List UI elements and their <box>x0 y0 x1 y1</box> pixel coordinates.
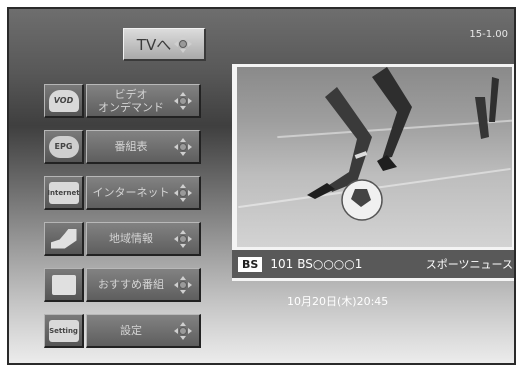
datetime: 10月20日(木)20:45 <box>287 295 389 308</box>
dpad-icon <box>174 229 192 248</box>
menu-item-vod[interactable]: VOD ビデオ オンデマンド <box>44 84 201 118</box>
menu-label-epg[interactable]: 番組表 <box>86 130 201 164</box>
tv-preview[interactable]: BS 101 BS○○○○1 スポーツニュース <box>232 64 514 281</box>
tv-button[interactable]: TVへ <box>123 28 206 61</box>
menu-item-recommend[interactable]: おすすめ番組 <box>44 268 201 302</box>
tv-recommend-icon[interactable] <box>44 268 84 302</box>
menu-item-setting[interactable]: Setting 設定 <box>44 314 201 348</box>
channel-info-bar: BS 101 BS○○○○1 スポーツニュース <box>232 250 514 278</box>
soccer-player-illustration <box>307 67 499 221</box>
dpad-icon <box>174 321 192 340</box>
tv-button-label: TVへ <box>136 35 172 54</box>
dpad-icon <box>174 91 192 110</box>
menu-label-setting[interactable]: 設定 <box>86 314 201 348</box>
menu-label-text: おすすめ番組 <box>98 278 164 291</box>
version-label: 15-1.00 <box>469 29 508 40</box>
menu-label-text: ビデオ オンデマンド <box>98 87 164 114</box>
menu-item-area[interactable]: 地域情報 <box>44 222 201 256</box>
setting-icon[interactable]: Setting <box>44 314 84 348</box>
dpad-icon <box>174 35 193 53</box>
broadcast-image <box>237 67 512 247</box>
tv-screen: 15-1.00 TVへ VOD ビデオ オンデマンド EPG 番組表 Inter… <box>7 7 516 365</box>
menu-item-internet[interactable]: Internet インターネット <box>44 176 201 210</box>
menu-label-text: インターネット <box>92 186 170 199</box>
bs-badge: BS <box>238 256 263 272</box>
internet-icon[interactable]: Internet <box>44 176 84 210</box>
area-map-icon[interactable] <box>44 222 84 256</box>
menu-item-epg[interactable]: EPG 番組表 <box>44 130 201 164</box>
menu-label-text: 地域情報 <box>109 232 153 245</box>
dpad-icon <box>174 183 192 202</box>
menu-label-internet[interactable]: インターネット <box>86 176 201 210</box>
epg-icon[interactable]: EPG <box>44 130 84 164</box>
menu-label-vod[interactable]: ビデオ オンデマンド <box>86 84 201 118</box>
menu-label-area[interactable]: 地域情報 <box>86 222 201 256</box>
vod-icon[interactable]: VOD <box>44 84 84 118</box>
dpad-icon <box>174 275 192 294</box>
channel-number: 101 <box>270 257 294 271</box>
program-title: スポーツニュース <box>425 258 513 271</box>
menu-label-text: 番組表 <box>114 140 148 153</box>
menu-label-recommend[interactable]: おすすめ番組 <box>86 268 201 302</box>
menu-label-text: 設定 <box>120 324 142 337</box>
dpad-icon <box>174 137 192 156</box>
channel-name: BS○○○○1 <box>297 257 363 271</box>
